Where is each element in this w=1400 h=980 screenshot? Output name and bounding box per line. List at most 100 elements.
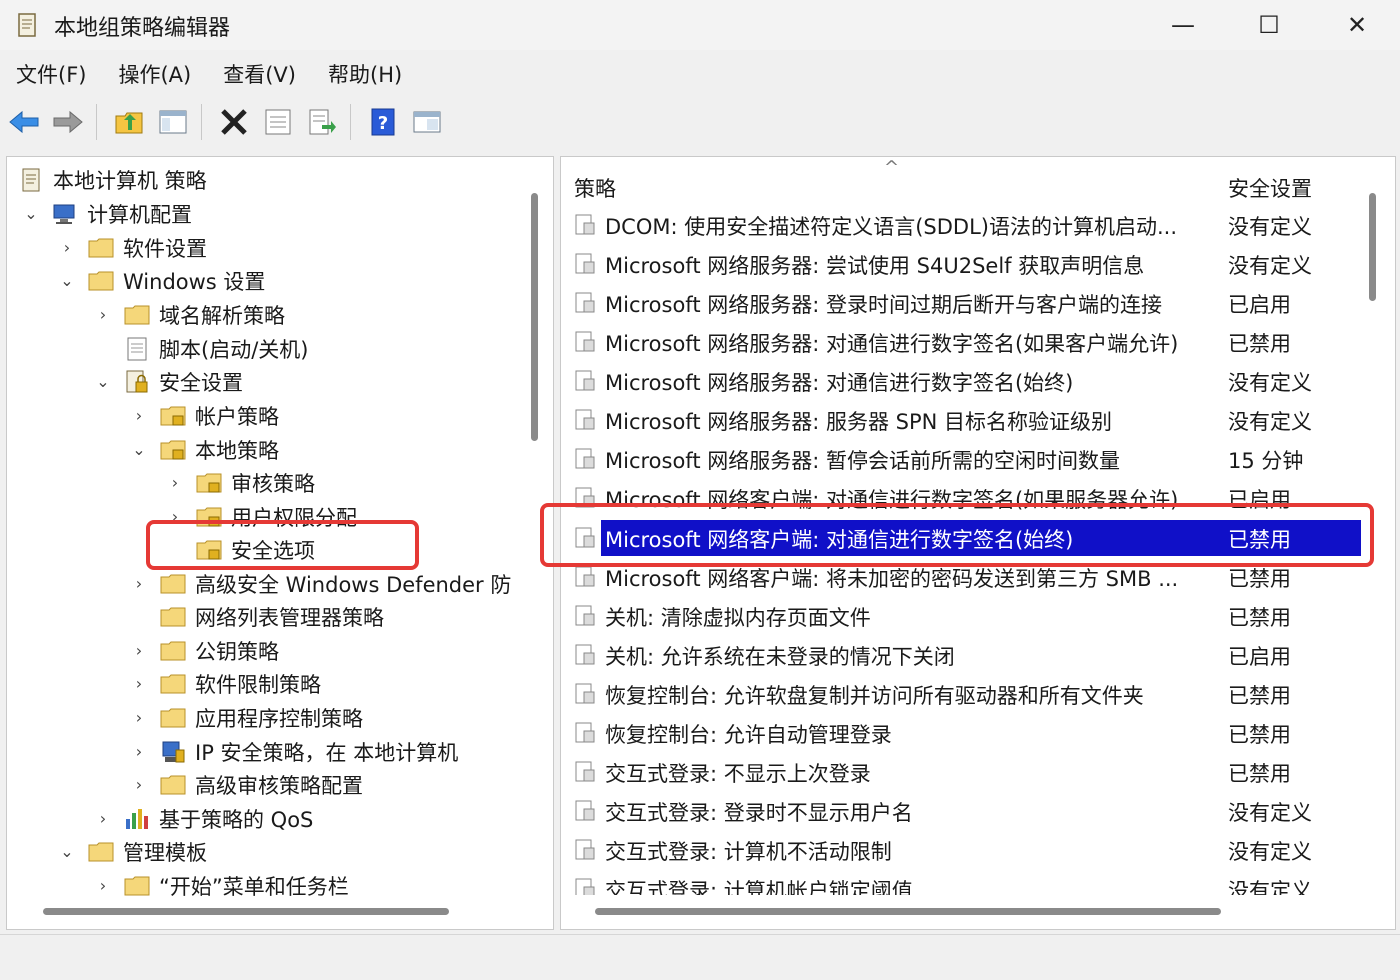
menu-view[interactable]: 查看(V) [207, 56, 312, 94]
folder-icon [160, 607, 186, 626]
list-horizontal-scrollbar[interactable] [595, 908, 1221, 915]
minimize-button[interactable]: — [1140, 0, 1226, 50]
tree-item-public-key-policies[interactable]: › 公钥策略 [129, 634, 279, 667]
column-header-policy[interactable]: 策略 [574, 173, 616, 203]
properties-icon[interactable] [258, 102, 298, 142]
policy-row[interactable]: Microsoft 网络服务器: 服务器 SPN 目标名称验证级别 没有定义 [567, 402, 1361, 438]
tree-item-software-restriction[interactable]: › 软件限制策略 [129, 667, 321, 700]
chevron-right-icon[interactable]: › [93, 305, 113, 324]
locked-folder-icon [160, 406, 186, 425]
menu-help[interactable]: 帮助(H) [312, 56, 418, 94]
chevron-right-icon[interactable]: › [129, 708, 149, 727]
policy-row[interactable]: Microsoft 网络服务器: 尝试使用 S4U2Self 获取声明信息 没有… [567, 246, 1361, 282]
export-list-icon[interactable] [302, 102, 342, 142]
tree-item-audit-policy[interactable]: › 审核策略 [165, 466, 315, 499]
policy-name: Microsoft 网络服务器: 尝试使用 S4U2Self 获取声明信息 [605, 254, 1145, 278]
tree-item-network-list-manager[interactable]: 网络列表管理器策略 [129, 600, 384, 633]
policy-row[interactable]: Microsoft 网络服务器: 对通信进行数字签名(如果客户端允许) 已禁用 [567, 324, 1361, 360]
policy-row[interactable]: Microsoft 网络服务器: 暂停会话前所需的空闲时间数量 15 分钟 [567, 441, 1361, 477]
list-vertical-scrollbar[interactable] [1369, 193, 1376, 301]
policy-row[interactable]: 关机: 允许系统在未登录的情况下关闭 已启用 [567, 637, 1361, 673]
policy-row[interactable]: 交互式登录: 不显示上次登录 已禁用 [567, 754, 1361, 790]
tree-item-label: 本地计算机 策略 [53, 168, 207, 193]
policy-name: Microsoft 网络服务器: 登录时间过期后断开与客户端的连接 [605, 293, 1162, 317]
policy-name: 关机: 清除虚拟内存页面文件 [605, 606, 871, 630]
chevron-down-icon[interactable]: ⌄ [93, 372, 113, 391]
chevron-right-icon[interactable]: › [165, 473, 185, 492]
sort-ascending-icon: ^ [884, 157, 900, 178]
back-arrow-icon[interactable] [4, 102, 44, 142]
maximize-button[interactable]: ☐ [1226, 0, 1312, 50]
console-view-icon[interactable] [407, 102, 447, 142]
chevron-right-icon[interactable]: › [129, 574, 149, 593]
tree-item-local-policies[interactable]: ⌄ 本地策略 [129, 433, 279, 466]
tree-item-windows-settings[interactable]: ⌄ Windows 设置 [57, 264, 265, 297]
chevron-down-icon[interactable]: ⌄ [129, 440, 149, 459]
show-hide-tree-icon[interactable] [153, 102, 193, 142]
policy-row[interactable]: 交互式登录: 计算机不活动限制 没有定义 [567, 832, 1361, 868]
chevron-right-icon[interactable]: › [129, 641, 149, 660]
tree-horizontal-scrollbar[interactable] [43, 908, 449, 915]
tree-item-local-computer-policy[interactable]: 本地计算机 策略 [17, 163, 207, 196]
tree-item-scripts[interactable]: 脚本(启动/关机) [93, 332, 308, 365]
policy-row[interactable]: 恢复控制台: 允许自动管理登录 已禁用 [567, 715, 1361, 751]
tree-item-app-control[interactable]: › 应用程序控制策略 [129, 701, 363, 734]
chevron-right-icon[interactable]: › [57, 238, 77, 257]
up-folder-icon[interactable] [109, 102, 149, 142]
chevron-right-icon[interactable]: › [93, 809, 113, 828]
policy-setting: 已启用 [1228, 293, 1291, 317]
tree-item-label: 高级审核策略配置 [195, 773, 363, 798]
chevron-down-icon[interactable]: ⌄ [57, 842, 77, 861]
window-title: 本地组策略编辑器 [54, 16, 231, 41]
tree-item-label: 公钥策略 [195, 639, 279, 664]
tree-item-label: 软件限制策略 [195, 672, 321, 697]
tree-item-security-settings[interactable]: ⌄ 安全设置 [93, 365, 243, 398]
chevron-right-icon[interactable]: › [129, 742, 149, 761]
policy-row[interactable]: 交互式登录: 登录时不显示用户名 没有定义 [567, 793, 1361, 829]
folder-icon [160, 641, 186, 660]
menu-action[interactable]: 操作(A) [102, 56, 207, 94]
tree-item-windows-defender-firewall[interactable]: › 高级安全 Windows Defender 防 [129, 567, 512, 600]
tree-vertical-scrollbar[interactable] [531, 193, 538, 441]
folder-icon [124, 305, 150, 324]
policy-setting: 没有定义 [1228, 410, 1312, 434]
tree-item-dns-policy[interactable]: › 域名解析策略 [93, 298, 285, 331]
policy-setting: 已启用 [1228, 645, 1291, 669]
tree-item-computer-config[interactable]: ⌄ 计算机配置 [21, 197, 192, 230]
policy-item-icon [575, 839, 595, 860]
chevron-down-icon[interactable]: ⌄ [57, 271, 77, 290]
chevron-down-icon[interactable]: ⌄ [21, 204, 41, 223]
tree-item-qos[interactable]: › 基于策略的 QoS [93, 802, 314, 835]
policy-setting: 没有定义 [1228, 215, 1312, 239]
folder-icon [160, 574, 186, 593]
policy-row[interactable]: 关机: 清除虚拟内存页面文件 已禁用 [567, 598, 1361, 634]
tree-item-advanced-audit[interactable]: › 高级审核策略配置 [129, 768, 363, 801]
tree-item-label: 高级安全 Windows Defender 防 [195, 572, 512, 597]
tree-item-account-policies[interactable]: › 帐户策略 [129, 399, 279, 432]
policy-row[interactable]: Microsoft 网络服务器: 登录时间过期后断开与客户端的连接 已启用 [567, 285, 1361, 321]
policy-row[interactable]: Microsoft 网络服务器: 对通信进行数字签名(始终) 没有定义 [567, 363, 1361, 399]
close-button[interactable]: ✕ [1314, 0, 1400, 50]
app-icon [18, 13, 36, 37]
policy-setting: 已禁用 [1228, 606, 1291, 630]
tree-item-ip-security[interactable]: › IP 安全策略，在 本地计算机 [129, 735, 458, 768]
annotation-box-security-options [146, 520, 419, 570]
policy-row[interactable]: DCOM: 使用安全描述符定义语言(SDDL)语法的计算机启动... 没有定义 [567, 207, 1361, 243]
security-settings-icon [126, 370, 148, 392]
menu-file[interactable]: 文件(F) [0, 56, 102, 94]
tree-item-admin-templates[interactable]: ⌄ 管理模板 [57, 835, 207, 868]
policy-row[interactable]: 交互式登录: 计算机帐户锁定阈值 没有定义 [567, 871, 1361, 895]
forward-arrow-icon[interactable] [48, 102, 88, 142]
delete-icon[interactable] [214, 102, 254, 142]
tree-item-start-menu-taskbar[interactable]: › “开始”菜单和任务栏 [93, 869, 349, 902]
help-icon[interactable]: ? [363, 102, 403, 142]
chevron-right-icon[interactable]: › [129, 406, 149, 425]
chevron-right-icon[interactable]: › [129, 775, 149, 794]
policy-row[interactable]: 恢复控制台: 允许软盘复制并访问所有驱动器和所有文件夹 已禁用 [567, 676, 1361, 712]
tree-item-software-settings[interactable]: › 软件设置 [57, 231, 207, 264]
qos-chart-icon [126, 808, 148, 829]
folder-icon [160, 775, 186, 794]
chevron-right-icon[interactable]: › [129, 674, 149, 693]
chevron-right-icon[interactable]: › [93, 876, 113, 895]
column-header-security-setting[interactable]: 安全设置 [1228, 173, 1312, 203]
